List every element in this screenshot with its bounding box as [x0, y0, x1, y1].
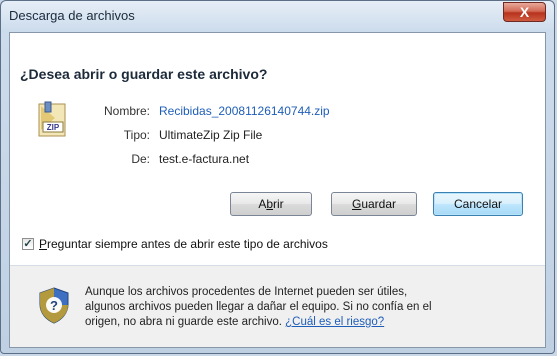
risk-link[interactable]: ¿Cuál es el riesgo?	[285, 316, 384, 328]
open-accesskey: b	[266, 197, 274, 211]
cancel-button[interactable]: Cancelar	[433, 192, 523, 216]
cancel-label: Cancelar	[453, 197, 503, 211]
save-button[interactable]: Guardar	[331, 192, 417, 216]
checkbox-accesskey: P	[39, 237, 48, 251]
download-dialog: Descarga de archivos X ¿Desea abrir o gu…	[0, 0, 555, 354]
checkbox-label-rest: reguntar siempre antes de abrir este tip…	[47, 237, 328, 251]
file-info-panel: ¿Desea abrir o guardar este archivo? ZIP…	[10, 33, 545, 265]
type-label: Tipo:	[123, 128, 150, 142]
close-button[interactable]: X	[503, 2, 546, 22]
always-ask-checkbox[interactable]: ✓	[22, 238, 34, 250]
svg-text:?: ?	[50, 298, 58, 313]
security-shield-icon: ?	[39, 287, 69, 324]
dialog-question: ¿Desea abrir o guardar este archivo?	[20, 66, 268, 82]
security-warning-text: Aunque los archivos procedentes de Inter…	[85, 285, 445, 330]
dialog-body: ¿Desea abrir o guardar este archivo? ZIP…	[9, 32, 546, 348]
open-button[interactable]: Abrir	[230, 192, 312, 216]
name-label: Nombre:	[103, 104, 150, 118]
always-ask-label[interactable]: Preguntar siempre antes de abrir este ti…	[39, 237, 328, 251]
from-label: De:	[131, 152, 150, 166]
zip-file-icon: ZIP	[38, 101, 66, 137]
file-name-value: Recibidas_20081126140744.zip	[159, 104, 330, 118]
file-type-value: UltimateZip Zip File	[159, 128, 263, 142]
source-value: test.e-factura.net	[159, 152, 250, 166]
title-bar[interactable]: Descarga de archivos X	[1, 1, 554, 31]
security-warning-panel: ? Aunque los archivos procedentes de Int…	[10, 266, 545, 347]
window-title: Descarga de archivos	[9, 8, 135, 23]
close-icon: X	[519, 4, 530, 20]
svg-text:ZIP: ZIP	[47, 123, 60, 132]
open-label-rest: rir	[273, 197, 284, 211]
save-label-rest: uardar	[361, 197, 397, 211]
save-accesskey: G	[351, 197, 362, 211]
